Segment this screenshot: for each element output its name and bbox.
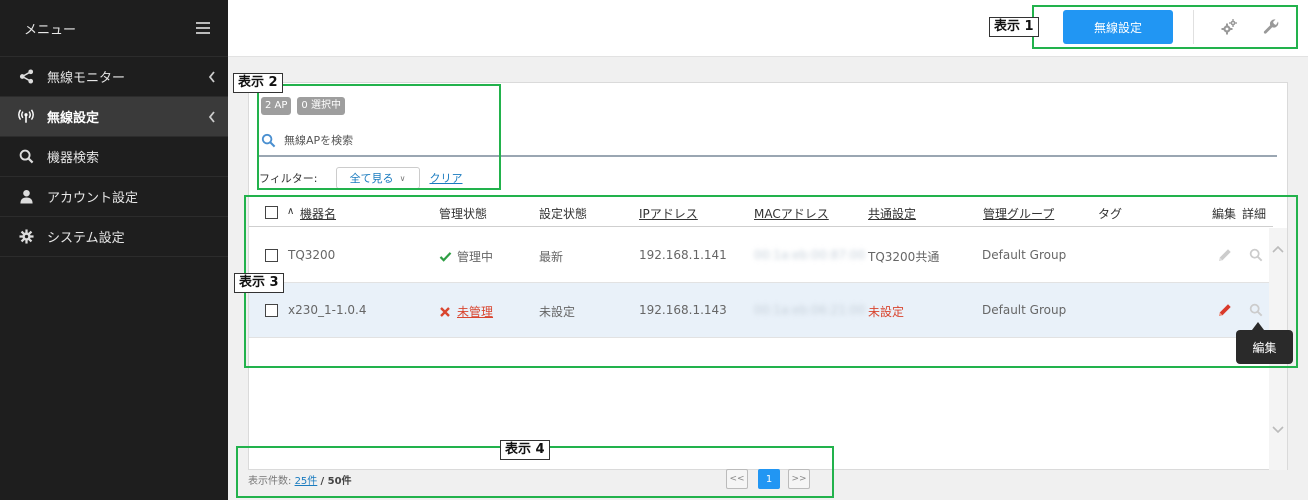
cell-group: Default Group xyxy=(982,303,1067,317)
count-label: 表示件数: xyxy=(248,476,292,487)
gear-icon xyxy=(18,229,34,245)
cell-device-name: x230_1-1.0.4 xyxy=(288,303,367,317)
filter-row: フィルター: 全て見る ∨ クリア xyxy=(259,167,463,189)
chevron-down-icon: ∨ xyxy=(399,173,406,183)
wireless-settings-button[interactable]: 無線設定 xyxy=(1063,10,1173,44)
sidebar-item-wireless-monitor[interactable]: 無線モニター xyxy=(0,57,228,97)
callout-label-2: 表示 2 xyxy=(233,73,283,93)
gears-icon[interactable] xyxy=(1220,18,1238,36)
sidebar-header: メニュー xyxy=(0,0,228,57)
table-row[interactable]: x230_1-1.0.4 未管理 未設定 192.168.1.143 00:1a… xyxy=(249,283,1271,338)
chevron-up-icon[interactable] xyxy=(1272,244,1284,256)
current-page-button[interactable]: 1 xyxy=(758,469,780,489)
sidebar-item-system-settings[interactable]: システム設定 xyxy=(0,217,228,257)
clear-filter-link[interactable]: クリア xyxy=(430,170,463,186)
cell-manage-status: 管理中 xyxy=(439,248,493,265)
search-icon xyxy=(18,149,34,165)
callout-label-3: 表示 3 xyxy=(234,273,284,293)
cell-common-config: TQ3200共通 xyxy=(868,250,940,264)
table-header: ∧ 機器名 管理状態 設定状態 IPアドレス MACアドレス 共通設定 管理グル… xyxy=(249,197,1273,227)
pencil-icon[interactable] xyxy=(1217,302,1233,318)
total-count: / 50件 xyxy=(320,476,352,487)
filter-selected-value: 全て見る xyxy=(349,172,394,185)
column-header-ip[interactable]: IPアドレス xyxy=(639,205,698,222)
cell-device-name: TQ3200 xyxy=(288,248,336,262)
ap-search-input[interactable] xyxy=(284,133,684,147)
sidebar-item-label: 機器検索 xyxy=(47,151,100,166)
selected-count-badge: 0 選択中 xyxy=(297,97,345,115)
ap-list-panel: 2 AP 0 選択中 フィルター: 全て見る ∨ クリア ∧ 機器名 管理状態 … xyxy=(248,82,1288,470)
callout-label-1: 表示 1 xyxy=(989,17,1039,37)
column-header-mac[interactable]: MACアドレス xyxy=(754,205,829,222)
column-header-common-config[interactable]: 共通設定 xyxy=(868,205,916,222)
sidebar-item-label: 無線モニター xyxy=(47,71,126,86)
toolbar-divider xyxy=(1193,10,1194,44)
search-bar xyxy=(259,125,1277,157)
sidebar-item-device-search[interactable]: 機器検索 xyxy=(0,137,228,177)
user-icon xyxy=(18,189,34,205)
magnifier-icon[interactable] xyxy=(1249,248,1263,262)
filter-select[interactable]: 全て見る ∨ xyxy=(335,167,420,189)
column-header-config-status: 設定状態 xyxy=(539,207,588,221)
pagination-info: 表示件数: 25件 / 50件 xyxy=(248,472,352,487)
filter-label: フィルター: xyxy=(259,172,318,185)
magnifier-icon[interactable] xyxy=(1249,303,1263,317)
cell-common-config: 未設定 xyxy=(868,305,905,319)
cell-config-status: 最新 xyxy=(539,250,564,264)
column-header-tag: タグ xyxy=(1098,207,1123,221)
column-header-group[interactable]: 管理グループ xyxy=(983,205,1054,222)
badge-group: 2 AP 0 選択中 xyxy=(261,97,345,115)
ap-count-badge: 2 AP xyxy=(261,97,292,115)
cell-config-status: 未設定 xyxy=(539,305,576,319)
next-page-button[interactable]: >> xyxy=(788,469,810,489)
top-bar: 無線設定 xyxy=(228,0,1308,57)
callout-label-4: 表示 4 xyxy=(500,440,550,460)
sidebar-item-account-settings[interactable]: アカウント設定 xyxy=(0,177,228,217)
column-header-edit: 編集 xyxy=(1212,207,1237,221)
cell-mac-blurred: 00:1a:eb:00:87:00 xyxy=(754,248,866,262)
table-row[interactable]: TQ3200 管理中 最新 192.168.1.141 00:1a:eb:00:… xyxy=(249,228,1271,283)
chevron-down-icon[interactable] xyxy=(1272,423,1284,435)
cell-group: Default Group xyxy=(982,248,1067,262)
search-icon xyxy=(261,133,276,147)
sidebar: メニュー 無線モニター 無線設定 機器検索 アカウント設定 システム設定 xyxy=(0,0,228,500)
share-icon xyxy=(18,69,34,85)
chevron-left-icon xyxy=(208,71,215,83)
prev-page-button[interactable]: << xyxy=(726,469,748,489)
sidebar-item-label: 無線設定 xyxy=(47,111,100,126)
sort-asc-icon: ∧ xyxy=(287,206,295,217)
column-header-device-name[interactable]: 機器名 xyxy=(300,205,336,222)
column-header-manage-status: 管理状態 xyxy=(439,207,488,221)
row-checkbox[interactable] xyxy=(265,304,278,317)
pencil-icon[interactable] xyxy=(1217,247,1233,263)
cell-ip: 192.168.1.143 xyxy=(639,303,727,317)
manage-status-text: 管理中 xyxy=(457,250,494,264)
sidebar-item-label: アカウント設定 xyxy=(47,191,139,206)
sidebar-title: メニュー xyxy=(24,22,77,38)
sidebar-item-wireless-settings[interactable]: 無線設定 xyxy=(0,97,228,137)
row-checkbox[interactable] xyxy=(265,249,278,262)
wrench-icon[interactable] xyxy=(1262,18,1280,36)
sidebar-item-label: システム設定 xyxy=(47,231,125,246)
chevron-left-icon xyxy=(208,111,215,123)
cross-icon xyxy=(440,306,450,317)
edit-tooltip: 編集 xyxy=(1236,322,1293,364)
wireless-icon xyxy=(18,109,34,125)
menu-toggle-icon[interactable] xyxy=(196,22,210,34)
check-icon xyxy=(439,252,452,262)
cell-ip: 192.168.1.141 xyxy=(639,248,727,262)
select-all-checkbox[interactable] xyxy=(265,206,278,219)
cell-manage-status: 未管理 xyxy=(439,303,493,320)
page-size-link[interactable]: 25件 xyxy=(295,476,318,487)
cell-mac-blurred: 00:1a:eb:06:21:00 xyxy=(754,303,866,317)
column-header-detail: 詳細 xyxy=(1242,207,1267,221)
manage-status-link[interactable]: 未管理 xyxy=(457,303,493,320)
